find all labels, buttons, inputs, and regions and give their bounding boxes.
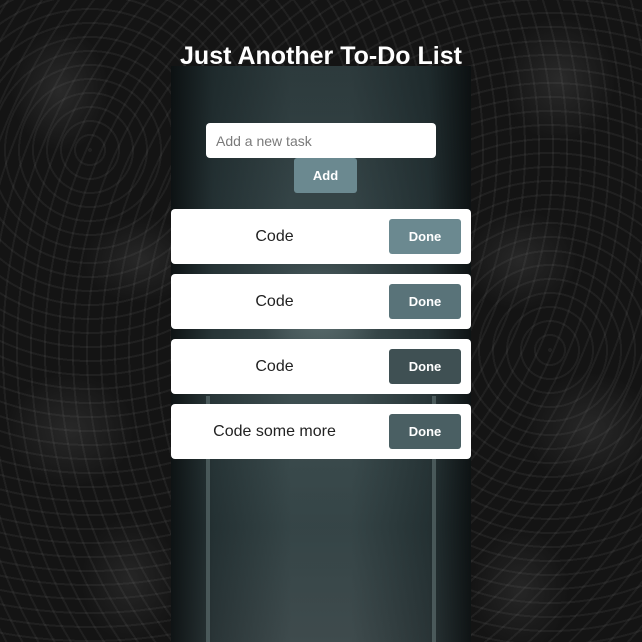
task-item: Code Done	[171, 209, 471, 264]
new-task-input[interactable]	[206, 123, 436, 158]
task-item: Code some more Done	[171, 404, 471, 459]
done-button[interactable]: Done	[389, 414, 461, 449]
done-button[interactable]: Done	[389, 284, 461, 319]
task-list: Code Done Code Done Code Done Code some …	[171, 209, 471, 469]
add-task-button[interactable]: Add	[294, 158, 357, 193]
done-button[interactable]: Done	[389, 219, 461, 254]
task-item: Code Done	[171, 339, 471, 394]
task-item: Code Done	[171, 274, 471, 329]
done-button[interactable]: Done	[389, 349, 461, 384]
page-title: Just Another To-Do List	[180, 42, 462, 70]
task-text: Code	[255, 293, 294, 310]
task-text: Code	[255, 358, 294, 375]
task-text: Code	[255, 228, 294, 245]
task-text: Code some more	[213, 423, 336, 440]
